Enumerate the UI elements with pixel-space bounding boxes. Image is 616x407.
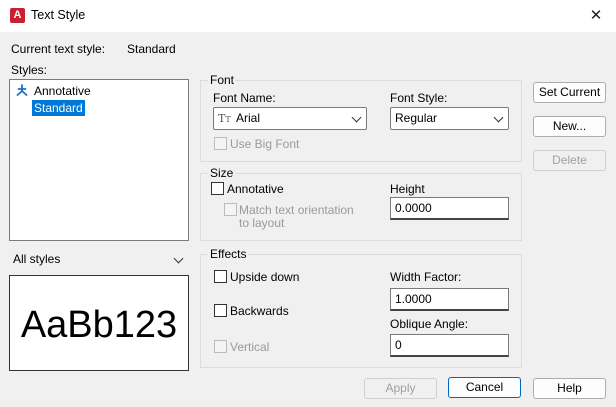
set-current-button[interactable]: Set Current <box>533 82 606 103</box>
vertical-label: Vertical <box>230 340 270 354</box>
styles-listbox[interactable]: Annotative Standard <box>9 79 189 241</box>
annotative-icon <box>16 84 28 96</box>
upside-down-label: Upside down <box>230 270 300 284</box>
match-orientation-label-1: Match text orientation <box>239 203 354 217</box>
oblique-angle-input[interactable]: 0 <box>390 334 509 357</box>
autocad-app-icon: A <box>10 8 25 23</box>
help-button[interactable]: Help <box>533 378 606 399</box>
style-item-annotative[interactable]: Annotative <box>32 83 93 99</box>
title-bar <box>0 0 616 32</box>
font-group-label: Font <box>208 73 237 87</box>
style-item-standard[interactable]: Standard <box>32 100 85 116</box>
size-group-label: Size <box>208 166 236 180</box>
chevron-down-icon <box>493 112 504 123</box>
vertical-checkbox[interactable] <box>214 340 227 353</box>
close-icon[interactable]: ✕ <box>586 6 606 26</box>
chevron-down-icon <box>173 253 184 264</box>
match-orientation-checkbox[interactable] <box>224 203 237 216</box>
oblique-angle-value: 0 <box>395 338 402 352</box>
use-big-font-checkbox[interactable] <box>214 137 227 150</box>
height-value: 0.0000 <box>395 201 432 215</box>
height-input[interactable]: 0.0000 <box>390 197 509 220</box>
styles-filter-value: All styles <box>13 252 61 266</box>
oblique-angle-label: Oblique Angle: <box>390 317 469 331</box>
styles-label: Styles: <box>11 63 48 77</box>
chevron-down-icon <box>351 112 362 123</box>
match-orientation-label-2: to layout <box>239 216 285 230</box>
preview-text: AaBb123 <box>20 304 178 346</box>
new-button[interactable]: New... <box>533 116 606 137</box>
height-label: Height <box>390 182 425 196</box>
styles-filter-dropdown[interactable]: All styles <box>9 249 188 270</box>
current-style-label: Current text style: <box>11 42 106 56</box>
font-style-label: Font Style: <box>390 91 448 105</box>
width-factor-label: Width Factor: <box>390 270 462 284</box>
use-big-font-label: Use Big Font <box>230 137 300 151</box>
effects-group-label: Effects <box>208 247 249 261</box>
delete-button[interactable]: Delete <box>533 150 606 171</box>
width-factor-input[interactable]: 1.0000 <box>390 288 509 311</box>
font-style-value: Regular <box>395 111 438 125</box>
font-name-value: Arial <box>236 111 261 125</box>
truetype-font-icon: TT <box>218 112 231 125</box>
current-style-value: Standard <box>127 42 176 56</box>
size-annotative-checkbox[interactable] <box>211 182 224 195</box>
window-title: Text Style <box>31 8 86 22</box>
backwards-label: Backwards <box>230 304 289 318</box>
apply-button[interactable]: Apply <box>364 378 437 399</box>
size-annotative-label: Annotative <box>227 182 284 196</box>
backwards-checkbox[interactable] <box>214 304 227 317</box>
font-name-label: Font Name: <box>213 91 276 105</box>
font-name-dropdown[interactable]: Arial <box>213 107 367 130</box>
font-style-dropdown[interactable]: Regular <box>390 107 509 130</box>
upside-down-checkbox[interactable] <box>214 270 227 283</box>
cancel-button[interactable]: Cancel <box>448 377 521 398</box>
width-factor-value: 1.0000 <box>395 292 432 306</box>
style-preview: AaBb123 <box>9 275 189 371</box>
